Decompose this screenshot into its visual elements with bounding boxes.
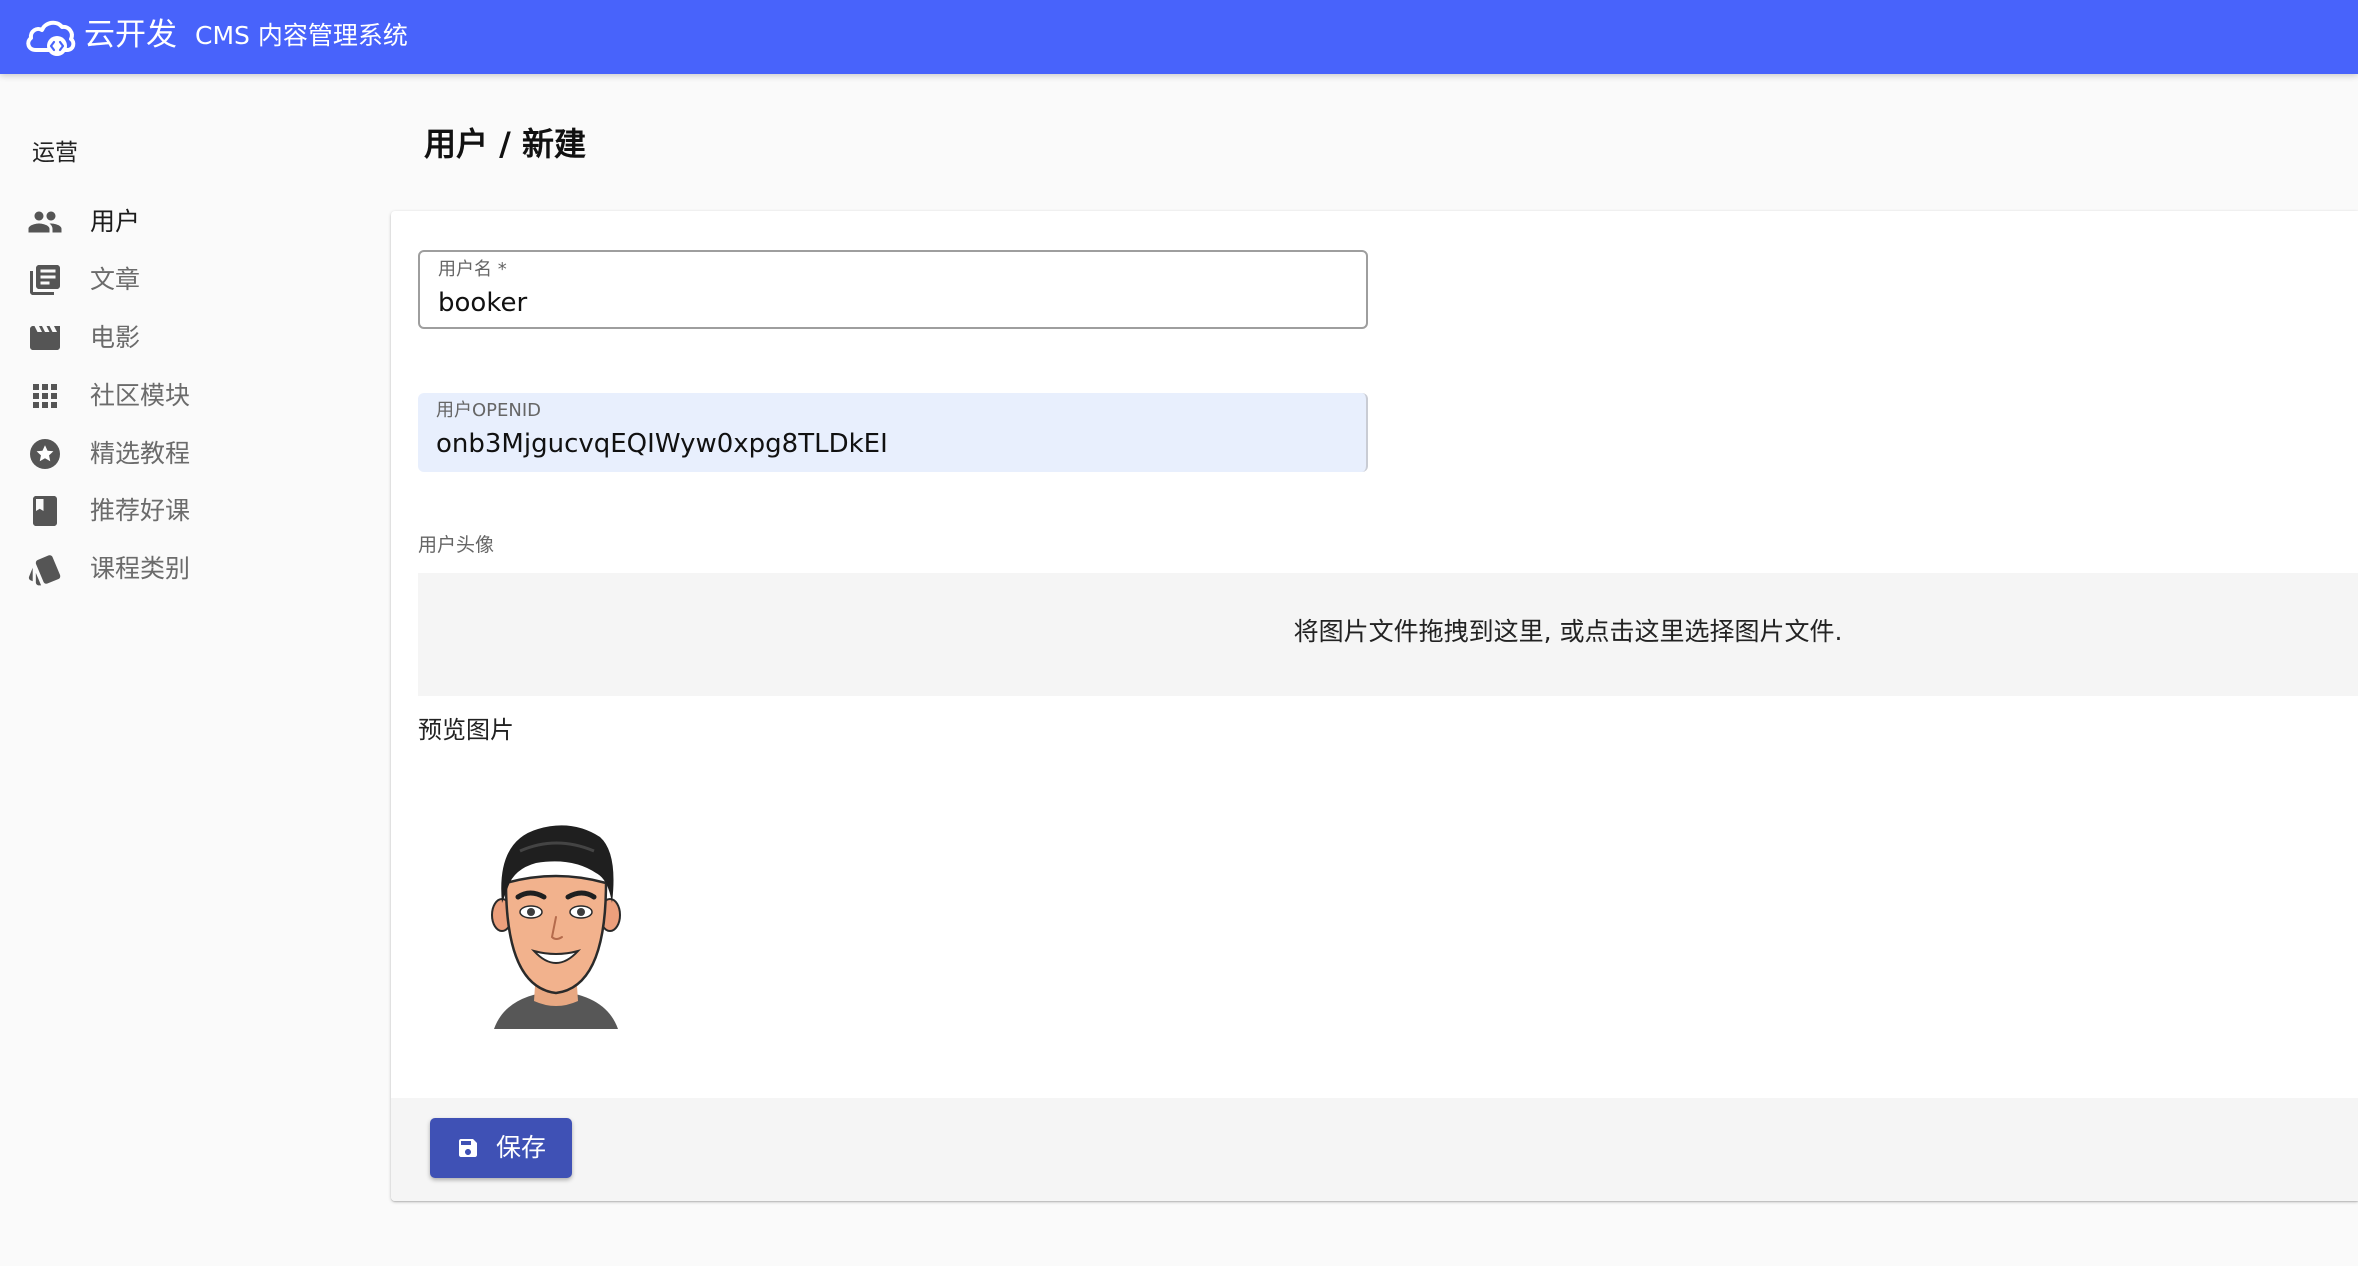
username-label: 用户名 * [438, 259, 507, 280]
sidebar-item-label: 精选教程 [90, 439, 191, 468]
save-button-label: 保存 [496, 1134, 547, 1162]
category-cards-icon [28, 555, 61, 586]
library-books-icon [30, 265, 60, 295]
openid-input[interactable] [436, 427, 1336, 461]
sidebar: 运营 用户 文章 电影 社区模块 精选教程 推荐好课 课程类别 [0, 74, 390, 1266]
preview-label: 预览图片 [418, 716, 514, 744]
dropzone-text: 将图片文件拖拽到这里, 或点击这里选择图片文件. [1293, 617, 1843, 646]
save-button[interactable]: 保存 [430, 1118, 572, 1178]
avatar-preview-image [491, 825, 621, 1029]
sidebar-item-label: 社区模块 [90, 381, 191, 410]
sidebar-item-tutorials[interactable]: 精选教程 [0, 427, 390, 481]
avatar-label: 用户头像 [418, 534, 495, 556]
sidebar-item-label: 推荐好课 [90, 496, 191, 525]
app-header: 云开发 CMS 内容管理系统 [0, 0, 2358, 74]
bookmark-book-icon [33, 496, 57, 526]
movie-icon [30, 326, 60, 350]
apps-grid-icon [33, 384, 57, 408]
sidebar-item-users[interactable]: 用户 [0, 195, 390, 249]
sidebar-section-label: 运营 [32, 140, 78, 166]
people-icon [28, 211, 62, 233]
avatar-dropzone[interactable]: 将图片文件拖拽到这里, 或点击这里选择图片文件. [418, 573, 2358, 696]
star-circle-icon [30, 439, 60, 469]
sidebar-item-label: 课程类别 [90, 554, 191, 583]
form-toolbar: 保存 [391, 1098, 2358, 1201]
sidebar-item-course-categories[interactable]: 课程类别 [0, 542, 390, 596]
sidebar-item-courses[interactable]: 推荐好课 [0, 484, 390, 538]
app-title: CMS 内容管理系统 [195, 21, 408, 50]
sidebar-item-articles[interactable]: 文章 [0, 253, 390, 307]
sidebar-item-label: 电影 [90, 323, 141, 352]
brand-name: 云开发 [84, 17, 177, 53]
username-input[interactable] [438, 286, 1338, 320]
sidebar-item-label: 用户 [90, 207, 141, 236]
sidebar-item-community[interactable]: 社区模块 [0, 369, 390, 423]
save-icon [459, 1139, 477, 1157]
sidebar-item-movies[interactable]: 电影 [0, 311, 390, 365]
create-user-form-card: 用户名 * 用户OPENID 用户头像 将图片文件拖拽到这里, 或点击这里选择图… [391, 211, 2358, 1201]
openid-field[interactable]: 用户OPENID [418, 393, 1368, 472]
sidebar-item-label: 文章 [90, 265, 141, 294]
page-title: 用户 / 新建 [424, 125, 586, 163]
openid-label: 用户OPENID [436, 400, 542, 421]
username-field[interactable]: 用户名 * [418, 250, 1368, 329]
cloud-code-icon [26, 20, 76, 56]
